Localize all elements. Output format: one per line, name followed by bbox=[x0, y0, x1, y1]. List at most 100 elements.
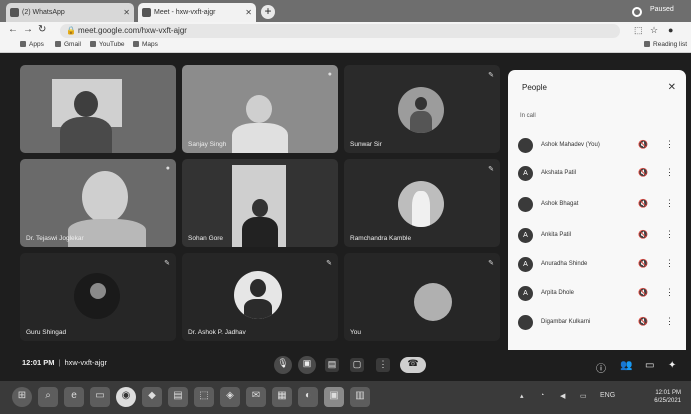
network-icon[interactable]: ▴ bbox=[520, 392, 524, 400]
taskbar-app[interactable]: ✉ bbox=[246, 387, 266, 407]
mic-off-icon: 🔇 bbox=[638, 230, 648, 239]
close-icon[interactable]: ✕ bbox=[123, 3, 130, 22]
participant-name: Dr. Ashok P. Jadhav bbox=[188, 329, 246, 336]
activities-icon[interactable]: ✦ bbox=[668, 360, 676, 371]
separator: | bbox=[58, 358, 61, 367]
more-vert-icon[interactable]: ⋮ bbox=[665, 139, 674, 150]
battery-icon[interactable]: ▭ bbox=[580, 392, 587, 400]
bookmark-maps[interactable]: Maps bbox=[133, 41, 158, 48]
participant-avatar bbox=[414, 283, 452, 321]
back-icon[interactable]: ← bbox=[8, 24, 18, 35]
taskbar-app[interactable]: e bbox=[64, 387, 84, 407]
clock[interactable]: 12:01 PM 6/25/2021 bbox=[654, 389, 681, 405]
mic-off-icon: ✎ bbox=[488, 72, 494, 79]
taskbar-app[interactable]: ▥ bbox=[350, 387, 370, 407]
tab-whatsapp[interactable]: (2) WhatsApp ✕ bbox=[6, 3, 134, 22]
participant-row[interactable]: Digambar Kulkarni 🔇 ⋮ bbox=[518, 315, 680, 331]
bookmark-apps[interactable]: Apps bbox=[20, 41, 44, 48]
mic-off-icon: ✎ bbox=[488, 166, 494, 173]
captions-button[interactable]: ▤ bbox=[325, 358, 339, 372]
profile-icon[interactable]: ● bbox=[668, 25, 673, 35]
more-vert-icon[interactable]: ⋮ bbox=[665, 316, 674, 327]
more-vert-icon[interactable]: ⋮ bbox=[665, 287, 674, 298]
forward-icon[interactable]: → bbox=[23, 24, 33, 35]
video-tile[interactable]: ✎ You bbox=[344, 253, 500, 341]
more-vert-icon[interactable]: ⋮ bbox=[665, 167, 674, 178]
video-tile[interactable]: ✎ Guru Shingad bbox=[20, 253, 176, 341]
bookmark-youtube[interactable]: YouTube bbox=[90, 41, 125, 48]
participant-name: Ankita Patil bbox=[541, 232, 572, 238]
address-bar[interactable]: 🔒 meet.google.com/hxw-vxft-ajgr bbox=[60, 24, 620, 38]
video-tile[interactable]: ✎ Dr. Ashok P. Jadhav bbox=[182, 253, 338, 341]
participant-name: Ramchandra Kamble bbox=[350, 235, 412, 242]
volume-icon[interactable]: ◀ bbox=[560, 392, 565, 400]
more-options-button[interactable]: ⋮ bbox=[376, 358, 390, 372]
browser-tab-bar: (2) WhatsApp ✕ Meet - hxw-vxft-ajgr ✕ + … bbox=[0, 0, 691, 22]
star-icon[interactable]: ☆ bbox=[650, 25, 658, 36]
mic-off-icon: 🔇 bbox=[638, 317, 648, 326]
end-call-button[interactable]: ☎ bbox=[400, 357, 426, 373]
captions-icon: ▤ bbox=[327, 359, 337, 369]
new-tab-button[interactable]: + bbox=[261, 5, 275, 19]
chat-icon[interactable]: ▭ bbox=[645, 360, 654, 371]
taskbar-app[interactable]: ▤ bbox=[168, 387, 188, 407]
taskbar-app[interactable]: ⌕ bbox=[38, 387, 58, 407]
edge-icon: e bbox=[71, 390, 77, 401]
app-icon: ◐ bbox=[304, 390, 312, 401]
extension-icon[interactable]: ⬚ bbox=[634, 25, 643, 36]
wifi-icon[interactable]: ◔ bbox=[540, 392, 544, 399]
participant-video bbox=[415, 97, 427, 110]
video-tile[interactable]: Sohan Gore bbox=[182, 159, 338, 247]
tab-meet[interactable]: Meet - hxw-vxft-ajgr ✕ bbox=[138, 3, 256, 22]
avatar: A bbox=[518, 286, 533, 301]
camera-button[interactable]: ▣ bbox=[298, 356, 316, 374]
present-button[interactable]: ▢ bbox=[350, 358, 364, 372]
people-icon[interactable]: 👥 bbox=[620, 360, 632, 371]
windows-icon: ⊞ bbox=[17, 390, 27, 401]
start-button[interactable]: ⊞ bbox=[12, 387, 32, 407]
taskbar-app[interactable]: ▣ bbox=[324, 387, 344, 407]
more-vert-icon[interactable]: ⋮ bbox=[665, 229, 674, 240]
reading-list[interactable]: Reading list bbox=[644, 41, 687, 48]
participant-row[interactable]: A Ankita Patil 🔇 ⋮ bbox=[518, 228, 680, 244]
more-vert-icon[interactable]: ⋮ bbox=[665, 198, 674, 209]
more-vert-icon: ⋮ bbox=[378, 359, 388, 369]
video-tile[interactable]: ● Dr. Tejaswi Joglekar bbox=[20, 159, 176, 247]
participant-row[interactable]: A Akshata Patil 🔇 ⋮ bbox=[518, 166, 680, 182]
participant-name: Sohan Gore bbox=[188, 235, 224, 242]
language-indicator[interactable]: ENG bbox=[600, 392, 615, 399]
participant-row[interactable]: A Anuradha Shinde 🔇 ⋮ bbox=[518, 257, 680, 273]
mic-off-icon: ● bbox=[327, 71, 332, 78]
close-icon[interactable]: ✕ bbox=[245, 3, 252, 22]
taskbar-app[interactable]: ◆ bbox=[142, 387, 162, 407]
mic-off-icon: ✎ bbox=[164, 260, 170, 267]
video-tile[interactable]: ✎ Sunwar Sir bbox=[344, 65, 500, 153]
participant-row[interactable]: Ashok Mahadev (You) 🔇 ⋮ bbox=[518, 138, 680, 154]
video-tile[interactable] bbox=[20, 65, 176, 153]
info-icon[interactable]: ⓘ bbox=[596, 360, 606, 375]
mic-icon: 🎙 bbox=[277, 358, 289, 368]
taskbar-app[interactable]: ⬚ bbox=[194, 387, 214, 407]
close-icon[interactable]: ✕ bbox=[668, 82, 676, 93]
participant-name: Anuradha Shinde bbox=[541, 261, 588, 267]
participant-row[interactable]: A Arpita Dhole 🔇 ⋮ bbox=[518, 286, 680, 302]
taskbar-app[interactable]: ▦ bbox=[272, 387, 292, 407]
window-title: Paused bbox=[650, 6, 674, 13]
participant-row[interactable]: Ashok Bhagat 🔇 ⋮ bbox=[518, 197, 680, 213]
video-tile[interactable]: ✎ Ramchandra Kamble bbox=[344, 159, 500, 247]
taskbar-app[interactable]: ▭ bbox=[90, 387, 110, 407]
bookmark-gmail[interactable]: Gmail bbox=[55, 41, 81, 48]
participant-name: Akshata Patil bbox=[541, 170, 577, 176]
participant-body bbox=[60, 117, 112, 153]
taskbar-app[interactable]: ◉ bbox=[116, 387, 136, 407]
more-vert-icon[interactable]: ⋮ bbox=[665, 258, 674, 269]
participant-video bbox=[90, 283, 106, 299]
reload-icon[interactable]: ↻ bbox=[38, 24, 46, 35]
taskbar-app[interactable]: ◈ bbox=[220, 387, 240, 407]
video-tile[interactable]: ● Sanjay Singh bbox=[182, 65, 338, 153]
meet-icon bbox=[142, 8, 151, 17]
mic-off-icon: 🔇 bbox=[638, 199, 648, 208]
mic-button[interactable]: 🎙 bbox=[274, 356, 292, 374]
mic-off-icon: 🔇 bbox=[638, 168, 648, 177]
taskbar-app[interactable]: ◐ bbox=[298, 387, 318, 407]
